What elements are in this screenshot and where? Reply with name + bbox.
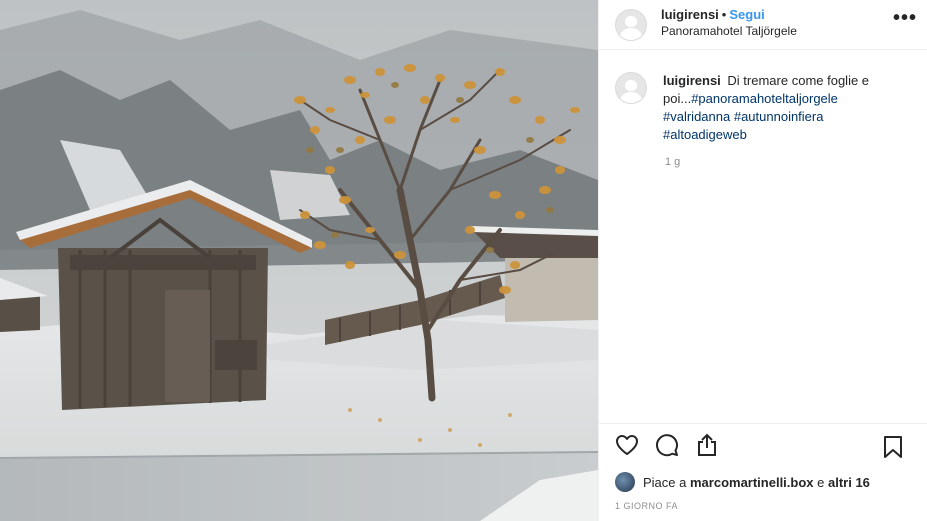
caption-username[interactable]: luigirensi [663, 73, 721, 88]
likes-middle: e [813, 474, 828, 490]
likes-others-link[interactable]: altri 16 [828, 475, 870, 490]
comments-area: luigirensi Di tremare come foglie e poi.… [599, 50, 927, 423]
post-sidebar: luigirensi • Segui Panoramahotel Taljörgel… [598, 0, 927, 521]
avatar[interactable] [615, 8, 647, 41]
hashtag-link[interactable]: #altoadigeweb [663, 127, 747, 142]
heart-icon[interactable] [613, 431, 641, 459]
header-row: luigirensi • Segui [661, 7, 797, 23]
hashtag-link[interactable]: #autunnoinfiera [734, 109, 824, 124]
caption-avatar[interactable] [615, 72, 647, 104]
header-text: luigirensi • Segui Panoramahotel Taljörgel… [661, 7, 797, 39]
action-bar [599, 423, 927, 465]
more-options-icon[interactable]: ••• [893, 7, 917, 30]
caption: luigirensi Di tremare come foglie e poi.… [615, 72, 911, 144]
post-timestamp[interactable]: 1 GIORNO FA [599, 495, 927, 521]
liker-username[interactable]: marcomartinelli.box [690, 475, 814, 490]
location-link[interactable]: Panoramahotel Taljörgele [661, 23, 797, 39]
hashtag-link[interactable]: #valridanna [663, 109, 730, 124]
separator-dot: • [721, 6, 727, 22]
caption-time[interactable]: 1 g [665, 156, 911, 168]
follow-button[interactable]: Segui [729, 7, 764, 22]
bookmark-icon[interactable] [879, 433, 907, 461]
header-username[interactable]: luigirensi [661, 7, 719, 22]
likes-row: Piace a marcomartinelli.box e altri 16 [599, 465, 927, 495]
post-container: luigirensi • Segui Panoramahotel Taljörgel… [0, 0, 927, 521]
snowy-landscape-image [0, 0, 598, 521]
liker-avatar[interactable] [615, 472, 635, 492]
post-photo[interactable] [0, 0, 598, 521]
likes-text: Piace a marcomartinelli.box e altri 16 [643, 475, 870, 490]
hashtag-link[interactable]: #panoramahoteltaljorgele [691, 91, 838, 106]
share-icon[interactable] [693, 431, 721, 459]
post-header: luigirensi • Segui Panoramahotel Taljörgel… [599, 0, 927, 50]
comment-icon[interactable] [653, 431, 681, 459]
likes-prefix: Piace a [643, 474, 690, 490]
caption-text: luigirensi Di tremare come foglie e poi.… [663, 72, 893, 144]
